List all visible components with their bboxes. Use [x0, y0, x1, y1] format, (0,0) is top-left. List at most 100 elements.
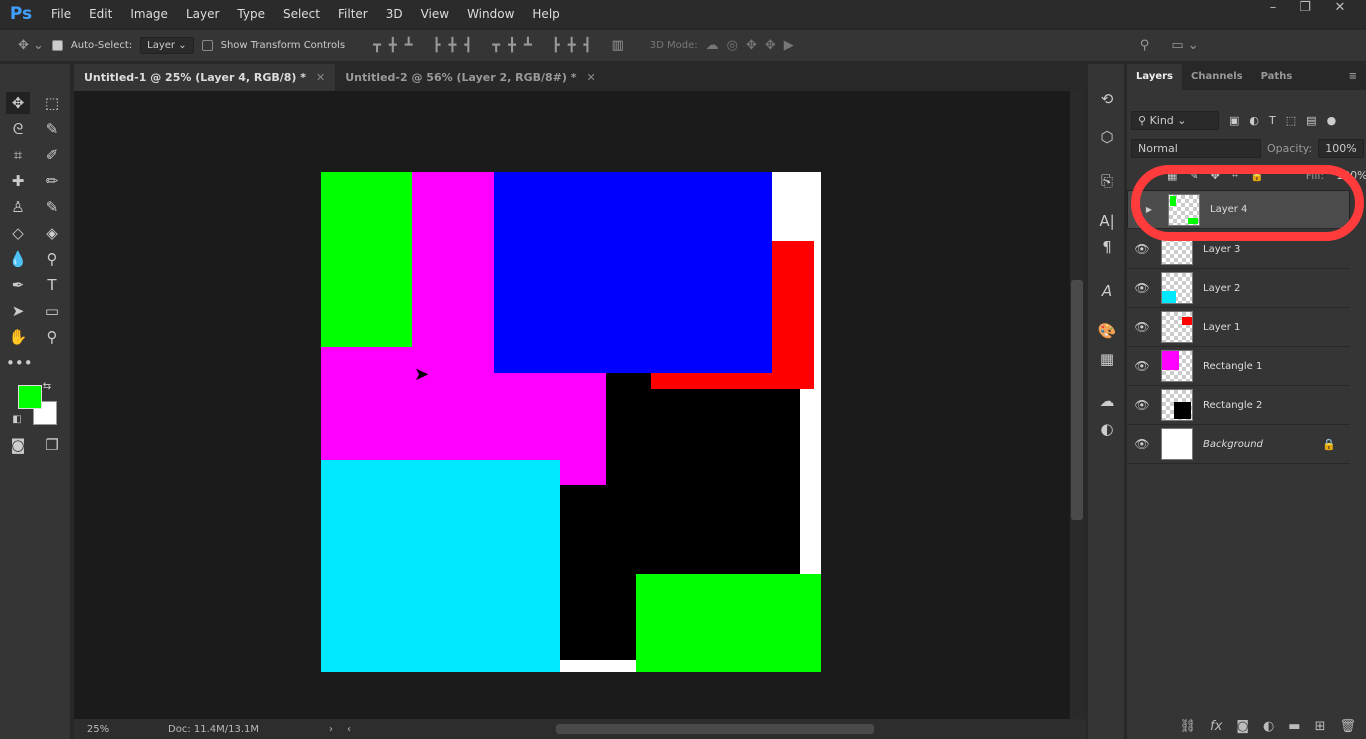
lock-transparent-icon[interactable]: ▦: [1167, 169, 1177, 182]
minimize-button[interactable]: –: [1258, 0, 1288, 20]
swatches-icon[interactable]: 🎨: [1097, 322, 1117, 342]
3d-icon[interactable]: ⬡: [1097, 128, 1117, 148]
crop-tool-icon[interactable]: ⌗: [6, 144, 30, 166]
swap-colors-icon[interactable]: ⇆: [40, 376, 54, 398]
layer-name[interactable]: Background: [1203, 439, 1263, 450]
visibility-eye-icon[interactable]: 👁: [1127, 398, 1157, 412]
lock-artboard-icon[interactable]: ⌗: [1232, 168, 1238, 182]
search-icon[interactable]: ⚲: [1140, 38, 1150, 53]
zoom-tool-icon[interactable]: ⚲: [40, 326, 64, 348]
expand-arrow-icon[interactable]: ▶: [1134, 205, 1164, 214]
auto-select-checkbox[interactable]: [51, 40, 63, 51]
layer-style-fx-icon[interactable]: fx: [1210, 719, 1222, 734]
layer-name[interactable]: Rectangle 2: [1203, 400, 1262, 411]
visibility-eye-icon[interactable]: 👁: [1127, 320, 1157, 334]
layer-row-rectangle-2[interactable]: 👁 Rectangle 2: [1127, 386, 1350, 425]
layer-row-layer-2[interactable]: 👁 Layer 2: [1127, 269, 1350, 308]
pen-tool-icon[interactable]: ✒: [6, 274, 30, 296]
menu-file[interactable]: File: [42, 7, 80, 21]
menu-layer[interactable]: Layer: [177, 7, 228, 21]
paragraph-icon[interactable]: ¶: [1097, 238, 1117, 258]
history-icon[interactable]: ⟲: [1097, 90, 1117, 110]
eyedropper-tool-icon[interactable]: ✐: [40, 144, 64, 166]
add-mask-icon[interactable]: ◙: [1236, 719, 1249, 734]
grid-icon[interactable]: ▦: [1097, 350, 1117, 370]
layer-row-layer-4[interactable]: ▶ Layer 4: [1127, 190, 1350, 229]
layer-name[interactable]: Layer 3: [1203, 244, 1240, 255]
layer-name[interactable]: Layer 1: [1203, 322, 1240, 333]
marquee-tool-icon[interactable]: ⬚: [40, 92, 64, 114]
screen-mode-icon[interactable]: ❐: [40, 434, 64, 456]
adjustment-layer-icon[interactable]: ◐: [1263, 719, 1274, 734]
paint-bucket-icon[interactable]: ◈: [40, 222, 64, 244]
move-tool-icon[interactable]: ✥: [6, 92, 30, 114]
rectangle-tool-icon[interactable]: ▭: [40, 300, 64, 322]
menu-select[interactable]: Select: [274, 7, 329, 21]
default-colors-icon[interactable]: ◧: [10, 409, 24, 431]
layer-row-layer-3[interactable]: 👁 Layer 3: [1127, 230, 1350, 269]
lock-position-icon[interactable]: ✥: [1211, 169, 1220, 182]
new-layer-icon[interactable]: ⊞: [1315, 719, 1326, 734]
close-tab-icon[interactable]: ✕: [316, 71, 325, 84]
visibility-eye-icon[interactable]: 👁: [1127, 359, 1157, 373]
menu-image[interactable]: Image: [121, 7, 177, 21]
filter-type-icon[interactable]: T: [1269, 114, 1276, 127]
glyphs-icon[interactable]: A: [1097, 282, 1117, 302]
foreground-color-swatch[interactable]: [18, 385, 42, 409]
close-button[interactable]: ✕: [1325, 0, 1355, 20]
layer-name[interactable]: Layer 4: [1210, 204, 1247, 215]
layer-name[interactable]: Layer 2: [1203, 283, 1240, 294]
align-icons[interactable]: ┳╋┻ ┣╋┫ ┳╋┻ ┣╋┫ ▥: [373, 38, 632, 53]
menu-edit[interactable]: Edit: [80, 7, 121, 21]
tab-untitled-1[interactable]: Untitled-1 @ 25% (Layer 4, RGB/8) * ✕: [74, 64, 336, 91]
libraries-icon[interactable]: ☁: [1097, 392, 1117, 412]
status-menu-arrow-icon[interactable]: ›: [329, 724, 333, 735]
doc-size[interactable]: Doc: 11.4M/13.1M: [168, 724, 259, 735]
blur-tool-icon[interactable]: 💧: [6, 248, 30, 270]
link-layers-icon[interactable]: ⛓: [1180, 719, 1197, 734]
properties-icon[interactable]: ⎘: [1097, 172, 1117, 192]
brush-tool-icon[interactable]: ✏: [40, 170, 64, 192]
quick-mask-icon[interactable]: ◙: [6, 434, 30, 456]
character-icon[interactable]: A|: [1097, 212, 1117, 232]
scroll-left-icon[interactable]: ‹: [347, 724, 351, 735]
eraser-tool-icon[interactable]: ◇: [6, 222, 30, 244]
horizontal-scroll-thumb[interactable]: [556, 724, 875, 734]
layer-row-background[interactable]: 👁 Background 🔒: [1127, 425, 1350, 464]
new-group-icon[interactable]: ▬: [1288, 719, 1300, 734]
blend-mode-dropdown[interactable]: Normal: [1131, 138, 1261, 158]
move-tool-icon[interactable]: ✥ ⌄: [18, 38, 44, 53]
zoom-level[interactable]: 25%: [74, 724, 122, 735]
path-select-icon[interactable]: ➤: [6, 300, 30, 322]
tab-paths[interactable]: Paths: [1252, 64, 1302, 90]
type-tool-icon[interactable]: T: [40, 274, 64, 296]
filter-pixel-icon[interactable]: ▣: [1229, 114, 1239, 127]
menu-3d[interactable]: 3D: [377, 7, 412, 21]
auto-select-dropdown[interactable]: Layer ⌄: [140, 37, 194, 54]
adjustments-icon[interactable]: ◐: [1097, 420, 1117, 440]
more-tools-icon[interactable]: •••: [6, 352, 33, 374]
lock-icon[interactable]: 🔒: [1322, 438, 1336, 451]
lasso-tool-icon[interactable]: ᘓ: [6, 118, 30, 140]
visibility-eye-icon[interactable]: 👁: [1127, 281, 1157, 295]
menu-help[interactable]: Help: [523, 7, 568, 21]
menu-view[interactable]: View: [412, 7, 458, 21]
lock-all-icon[interactable]: 🔒: [1250, 169, 1264, 182]
filter-toggle[interactable]: ●: [1327, 114, 1337, 127]
layer-row-layer-1[interactable]: 👁 Layer 1: [1127, 308, 1350, 347]
stamp-tool-icon[interactable]: ♙: [6, 196, 30, 218]
document-canvas[interactable]: [321, 172, 821, 672]
tab-untitled-2[interactable]: Untitled-2 @ 56% (Layer 2, RGB/8#) * ✕: [335, 64, 605, 91]
panel-menu-icon[interactable]: ≡: [1340, 64, 1366, 90]
layer-row-rectangle-1[interactable]: 👁 Rectangle 1: [1127, 347, 1350, 386]
visibility-eye-icon[interactable]: 👁: [1127, 242, 1157, 256]
opacity-input[interactable]: 100%: [1318, 138, 1364, 158]
filter-adjustment-icon[interactable]: ◐: [1249, 114, 1259, 127]
dodge-tool-icon[interactable]: ⚲: [40, 248, 64, 270]
maximize-button[interactable]: ❐: [1290, 0, 1320, 20]
workspace-icon[interactable]: ▭ ⌄: [1171, 38, 1198, 53]
quick-select-tool-icon[interactable]: ✎: [40, 118, 64, 140]
visibility-eye-icon[interactable]: 👁: [1127, 437, 1157, 451]
layer-name[interactable]: Rectangle 1: [1203, 361, 1262, 372]
lock-pixels-icon[interactable]: ✎: [1189, 169, 1198, 182]
